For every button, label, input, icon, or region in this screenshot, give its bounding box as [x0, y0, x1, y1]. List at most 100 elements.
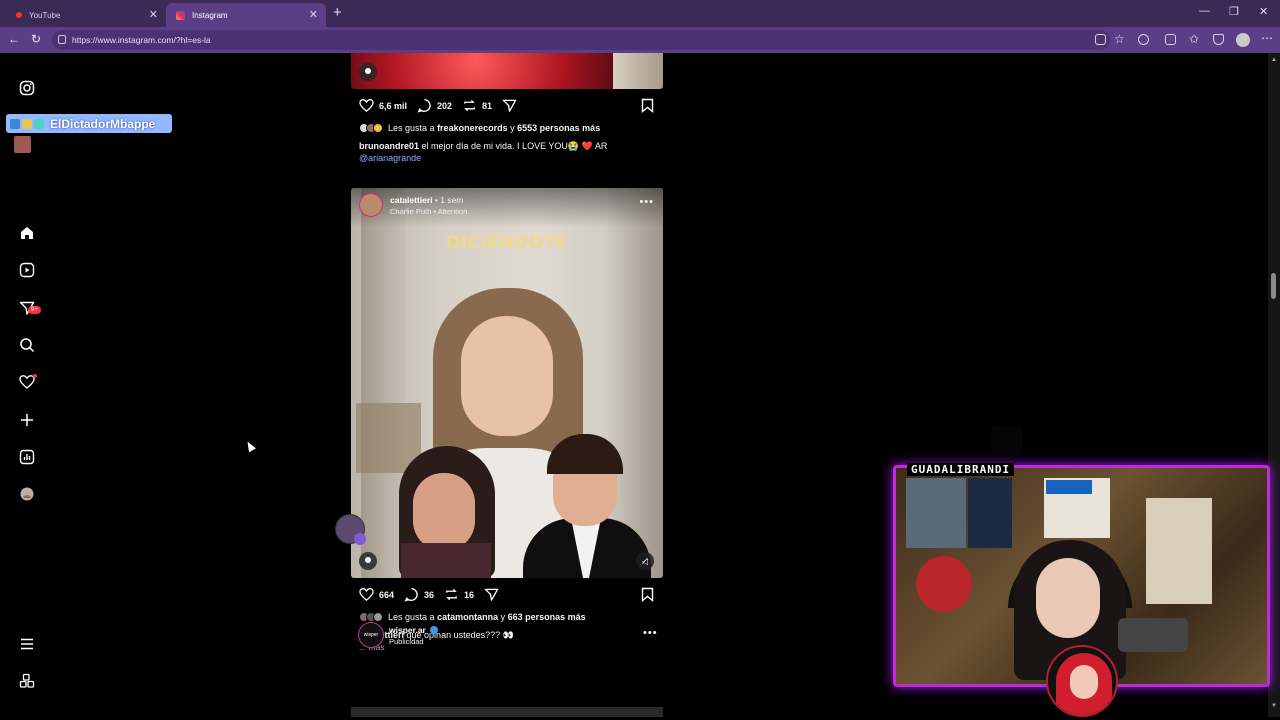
notification-dot [33, 374, 37, 378]
post-media[interactable] [351, 53, 663, 89]
post-author-avatar[interactable]: wisper [358, 622, 384, 648]
streamer-face [1036, 558, 1100, 638]
liked-by-join: y [510, 123, 515, 133]
post-audio-label[interactable]: Charlie Puth • Attention [390, 207, 467, 216]
twitch-chat-username: ElDictadorMbappe [6, 114, 172, 133]
overlay-black-square [991, 426, 1023, 454]
comment-icon[interactable] [404, 587, 419, 602]
share-icon[interactable] [502, 98, 517, 113]
liked-by-row: Les gusta a catamontanna y 663 personas … [359, 612, 586, 622]
video-overlay-text: DICIÉNDOTE [446, 233, 568, 253]
post-author-username[interactable]: catalettieri [390, 195, 433, 205]
browser-essentials-icon[interactable] [1213, 34, 1224, 45]
also-from-meta-icon[interactable] [19, 673, 35, 689]
liked-by-count[interactable]: 6553 personas más [517, 123, 600, 133]
repost-count[interactable]: 81 [482, 101, 492, 111]
scroll-up-icon[interactable]: ▲ [1271, 57, 1277, 63]
overlay-person-left-face [413, 473, 475, 551]
mute-icon[interactable]: ◁̸ [636, 552, 654, 570]
app-available-icon[interactable] [1095, 34, 1106, 45]
webcam-microphone [1118, 618, 1188, 652]
search-icon[interactable] [19, 337, 35, 353]
close-window-icon[interactable]: ✕ [1259, 5, 1268, 18]
extensions-icon[interactable] [1138, 34, 1149, 45]
liked-by-avatars [359, 123, 383, 133]
save-bookmark-icon[interactable] [641, 587, 654, 602]
instagram-logo-icon[interactable] [19, 80, 35, 96]
reels-icon[interactable] [19, 262, 35, 278]
post-author-row: catalettieri • 1 sem [390, 195, 463, 205]
create-icon[interactable] [19, 412, 35, 428]
liked-by-prefix: Les gusta a [388, 612, 435, 622]
post-caption: brunoandre01 el mejor día de mi vida. I … [359, 141, 607, 152]
post-image-detail [613, 53, 663, 89]
liked-by-prefix: Les gusta a [388, 123, 435, 133]
caption-mention[interactable]: @arianagrande [359, 153, 421, 163]
like-icon[interactable] [359, 587, 374, 602]
split-screen-icon[interactable] [1165, 34, 1176, 45]
chat-badges [10, 118, 44, 129]
liked-by-avatars [359, 612, 383, 622]
like-count[interactable]: 6,6 mil [379, 101, 407, 111]
close-tab-icon[interactable]: ✕ [309, 8, 318, 21]
post-options-icon[interactable]: ••• [639, 196, 654, 208]
save-bookmark-icon[interactable] [641, 98, 654, 113]
mouse-cursor [244, 439, 256, 453]
favorite-star-icon[interactable]: ☆ [1114, 32, 1125, 46]
home-icon[interactable] [19, 225, 35, 241]
post-author-avatar[interactable] [359, 193, 383, 217]
profile-icon[interactable] [19, 486, 35, 502]
scrollbar-thumb[interactable] [1271, 273, 1276, 299]
url-input[interactable]: https://www.instagram.com/?hl=es-la [52, 30, 1110, 50]
streamer-name: GUADALIBRANDI [907, 463, 1015, 476]
post-video[interactable]: DICIÉNDOTE catalettieri • 1 sem Charlie … [351, 188, 663, 578]
story-avatar-bubble[interactable] [335, 514, 366, 545]
new-tab-icon[interactable]: + [333, 4, 342, 21]
profile-avatar-icon[interactable] [1236, 33, 1250, 47]
restore-icon[interactable]: ❐ [1229, 5, 1239, 18]
comment-icon[interactable] [417, 98, 432, 113]
post-options-icon[interactable]: ••• [643, 627, 658, 639]
like-icon[interactable] [359, 98, 374, 113]
liked-by-join: y [500, 612, 506, 622]
liked-by-user[interactable]: freakonerecords [437, 123, 508, 133]
sponsored-label: Publicidad [389, 637, 424, 646]
streamer-avatar-logo [1046, 645, 1118, 717]
liked-by-row: Les gusta a freakonerecords y 6553 perso… [359, 123, 600, 133]
post-author-username[interactable]: wisper.ar [389, 625, 426, 635]
instagram-icon [176, 10, 185, 20]
youtube-icon [16, 12, 22, 18]
post-media[interactable] [351, 707, 663, 717]
address-bar-row: ← ↻ https://www.instagram.com/?hl=es-la … [0, 27, 1280, 53]
like-count[interactable]: 664 [379, 590, 394, 600]
liked-by-user[interactable]: catamontanna [437, 612, 498, 622]
dashboard-icon[interactable] [19, 449, 35, 465]
scroll-down-icon[interactable]: ▼ [1271, 703, 1277, 709]
reload-icon[interactable]: ↻ [31, 32, 41, 46]
back-icon[interactable]: ← [8, 32, 20, 46]
tab-title: Instagram [192, 10, 228, 20]
post-author-row: wisper.ar [389, 625, 438, 635]
minimize-icon[interactable]: — [1199, 5, 1210, 17]
repost-icon[interactable] [444, 587, 459, 602]
settings-more-icon[interactable]: ⋯ [1261, 31, 1273, 45]
comment-count[interactable]: 202 [437, 101, 452, 111]
caption-username[interactable]: brunoandre01 [359, 141, 419, 151]
close-tab-icon[interactable]: ✕ [149, 8, 158, 21]
site-info-icon[interactable] [58, 35, 66, 44]
more-menu-icon[interactable] [19, 636, 35, 652]
wall-poster [1046, 480, 1092, 494]
verified-badge-icon [429, 626, 438, 634]
wall-poster [916, 556, 972, 612]
tagged-users-icon[interactable] [359, 63, 377, 81]
repost-icon[interactable] [462, 98, 477, 113]
tab-title: YouTube [29, 10, 61, 20]
tab-youtube[interactable]: YouTube ✕ [6, 3, 166, 27]
tagged-users-icon[interactable] [359, 552, 377, 570]
favorites-icon[interactable]: ✩ [1189, 32, 1199, 46]
share-icon[interactable] [484, 587, 499, 602]
liked-by-count[interactable]: 663 personas más [508, 612, 586, 622]
comment-count[interactable]: 36 [424, 590, 434, 600]
tab-instagram[interactable]: Instagram ✕ [166, 3, 326, 27]
repost-count[interactable]: 16 [464, 590, 474, 600]
